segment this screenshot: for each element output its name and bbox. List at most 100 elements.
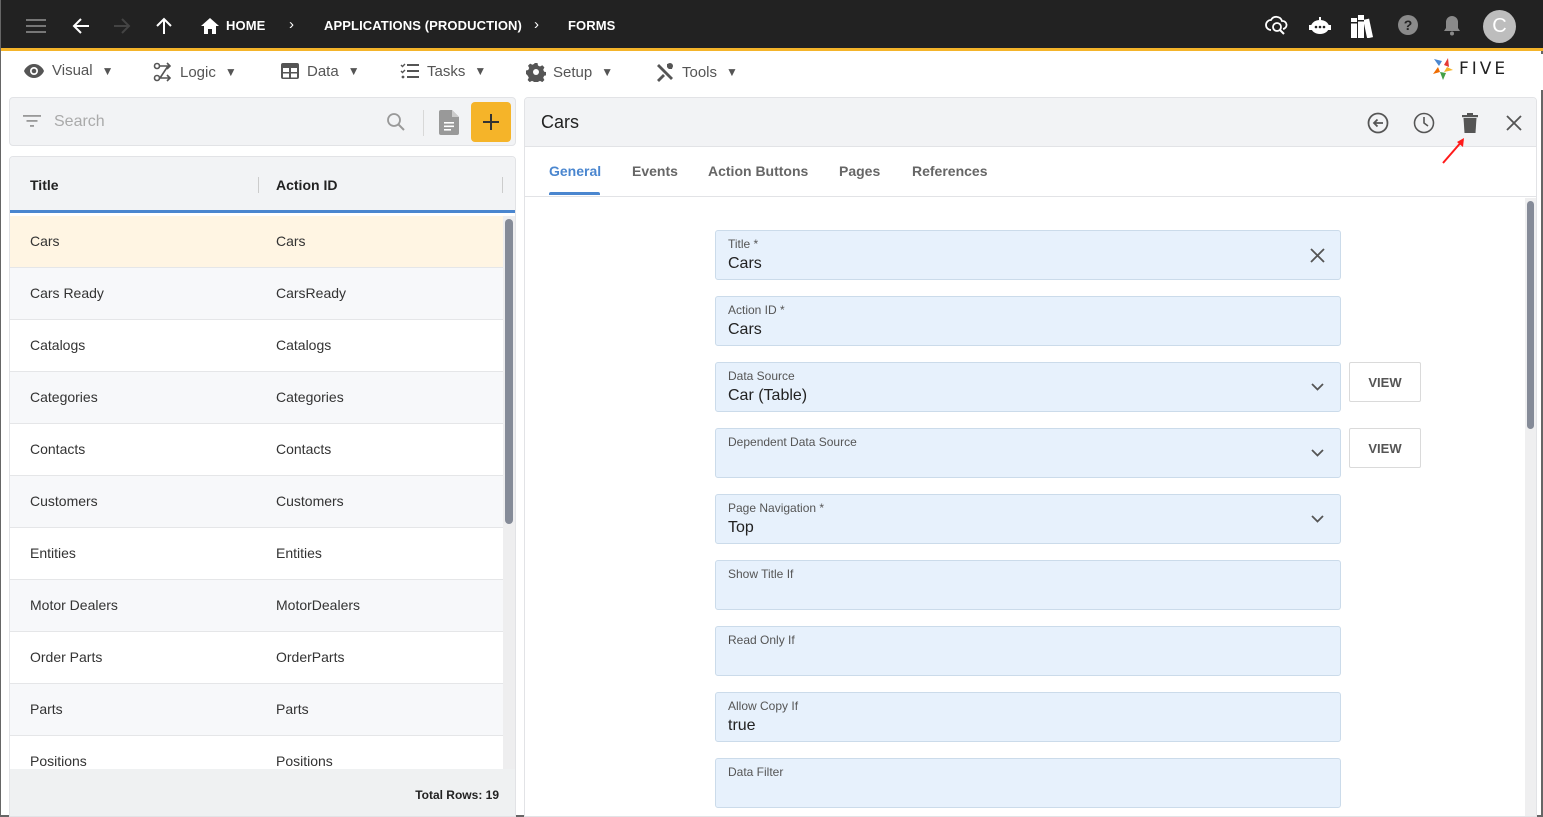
table-row[interactable]: Positions Positions [10,736,503,769]
page-navigation-value[interactable]: Top [728,519,754,537]
search-bar [9,97,516,146]
breadcrumb-forms[interactable]: FORMS [568,18,615,33]
title-field-label: Title * [728,237,759,251]
document-icon[interactable] [439,110,459,140]
caret-down-icon: ▼ [601,65,614,79]
chevron-down-icon[interactable] [1306,442,1328,464]
table-grid-icon [281,63,299,79]
chat-bot-icon[interactable] [1307,15,1333,37]
row-title: Catalogs [30,337,86,353]
action-id-field[interactable]: Action ID * Cars [715,296,1341,346]
show-title-if-field[interactable]: Show Title If [715,560,1341,610]
breadcrumb-applications[interactable]: APPLICATIONS (PRODUCTION) [324,18,522,33]
row-title: Contacts [30,441,86,457]
table-row[interactable]: Customers Customers [10,476,503,528]
column-resize-handle[interactable] [258,177,259,193]
table-row[interactable]: Parts Parts [10,684,503,736]
table-row[interactable]: Catalogs Catalogs [10,320,503,372]
detail-title: Cars [541,112,580,132]
menu-tasks[interactable]: Tasks ▼ [400,62,486,80]
chevron-down-icon[interactable] [1306,376,1328,398]
row-action-id: Parts [276,701,309,717]
breadcrumb-separator-icon: › [289,16,294,33]
library-books-icon[interactable] [1350,13,1376,39]
menu-logic[interactable]: Logic ▼ [153,62,237,82]
table-row[interactable]: Entities Entities [10,528,503,580]
home-icon[interactable] [200,16,220,36]
row-action-id: OrderParts [276,649,345,665]
history-clock-icon[interactable] [1412,111,1436,135]
tab-events[interactable]: Events [632,163,678,179]
filter-icon[interactable] [23,114,41,133]
menu-tools[interactable]: Tools ▼ [655,62,738,82]
column-resize-handle[interactable] [502,177,503,193]
list-header: Title Action ID [10,157,515,213]
read-only-if-field[interactable]: Read Only If [715,626,1341,676]
five-logo-icon [1433,58,1453,80]
chevron-down-icon[interactable] [1306,508,1328,530]
action-id-field-label: Action ID * [728,303,785,317]
row-title: Entities [30,545,76,561]
delete-trash-icon[interactable] [1458,111,1482,135]
allow-copy-if-field[interactable]: Allow Copy If true [715,692,1341,742]
search-input[interactable] [54,110,374,134]
row-action-id: Customers [276,493,344,509]
page-navigation-select[interactable]: Page Navigation * Top [715,494,1341,544]
list-scrollbar-thumb[interactable] [505,219,513,524]
allow-copy-if-value[interactable]: true [728,717,756,735]
data-source-value[interactable]: Car (Table) [728,387,807,405]
svg-text:?: ? [1404,17,1413,33]
back-arrow-icon[interactable] [70,15,92,37]
breadcrumb-separator-icon: › [534,16,539,33]
search-divider [423,110,424,136]
cloud-search-icon[interactable] [1264,13,1290,37]
clear-icon[interactable] [1306,244,1328,266]
data-source-view-button[interactable]: VIEW [1349,362,1421,402]
up-arrow-icon[interactable] [153,15,175,37]
close-icon[interactable] [1502,111,1526,135]
title-field[interactable]: Title * Cars [715,230,1341,280]
column-header-action-id[interactable]: Action ID [276,177,337,193]
menu-setup-label: Setup [553,63,593,81]
back-circle-icon[interactable] [1366,111,1390,135]
menu-tasks-label: Tasks [427,62,466,80]
row-action-id: CarsReady [276,285,347,301]
table-row[interactable]: Cars Cars [10,216,503,268]
menu-icon[interactable] [25,15,47,37]
dependent-data-source-view-button[interactable]: VIEW [1349,428,1421,468]
help-icon[interactable]: ? [1397,14,1419,36]
action-id-field-value[interactable]: Cars [728,321,762,339]
row-title: Motor Dealers [30,597,118,613]
dependent-data-source-select[interactable]: Dependent Data Source [715,428,1341,478]
breadcrumb-home[interactable]: HOME [226,18,265,33]
tab-references[interactable]: References [912,163,988,179]
notifications-bell-icon[interactable] [1441,14,1463,36]
checklist-icon [400,63,419,79]
menu-visual[interactable]: Visual ▼ [23,62,113,79]
menu-data[interactable]: Data ▼ [280,62,360,80]
table-row[interactable]: Categories Categories [10,372,503,424]
gear-icon [526,63,546,82]
search-icon[interactable] [386,112,406,137]
menu-setup[interactable]: Setup ▼ [526,62,613,82]
table-row[interactable]: Contacts Contacts [10,424,503,476]
table-row[interactable]: Cars Ready CarsReady [10,268,503,320]
tab-pages[interactable]: Pages [839,163,880,179]
row-title: Cars [30,233,60,249]
data-filter-field[interactable]: Data Filter [715,758,1341,808]
table-row[interactable]: Order Parts OrderParts [10,632,503,684]
tab-action-buttons[interactable]: Action Buttons [708,163,808,179]
title-field-value[interactable]: Cars [728,255,762,273]
table-row[interactable]: Motor Dealers MotorDealers [10,580,503,632]
tab-general[interactable]: General [549,163,601,179]
column-header-title[interactable]: Title [30,177,59,193]
add-button[interactable] [471,102,511,142]
caret-down-icon: ▼ [726,65,738,79]
data-source-select[interactable]: Data Source Car (Table) [715,362,1341,412]
avatar[interactable]: C [1483,10,1516,43]
caret-down-icon: ▼ [101,63,114,78]
dependent-data-source-label: Dependent Data Source [728,435,857,449]
forward-arrow-icon[interactable] [111,15,133,37]
detail-scrollbar-thumb[interactable] [1527,201,1534,429]
caret-down-icon: ▼ [347,64,360,78]
